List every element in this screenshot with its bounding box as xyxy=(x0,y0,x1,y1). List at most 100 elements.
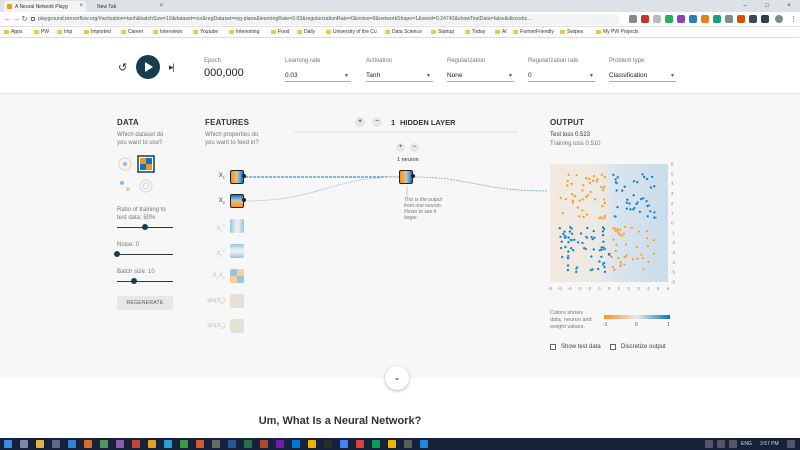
extension-icon[interactable] xyxy=(677,15,685,23)
notifications-icon[interactable] xyxy=(787,440,795,448)
menu-icon[interactable]: ⋮ xyxy=(789,15,798,24)
add-layer-button[interactable]: + xyxy=(355,117,365,127)
taskbar-app-icon[interactable] xyxy=(36,440,44,448)
taskbar-app-icon[interactable] xyxy=(132,440,140,448)
bookmark-imp[interactable]: Imp xyxy=(57,28,72,37)
regularization-rate-select[interactable]: 0 xyxy=(528,72,532,79)
taskbar-app-icon[interactable] xyxy=(324,440,332,448)
taskbar-app-icon[interactable] xyxy=(116,440,124,448)
tab-new-tab[interactable]: New Tab × xyxy=(86,1,166,12)
taskbar-app-icon[interactable] xyxy=(308,440,316,448)
bookmark-food[interactable]: Food xyxy=(271,28,289,37)
windows-start-icon[interactable] xyxy=(4,440,12,448)
maximize-icon[interactable]: □ xyxy=(756,0,778,12)
regenerate-button[interactable]: REGENERATE xyxy=(117,296,173,310)
dataset-spiral[interactable] xyxy=(139,179,153,193)
taskbar-app-icon[interactable] xyxy=(164,440,172,448)
close-tab-icon[interactable]: × xyxy=(79,3,83,9)
star-icon[interactable] xyxy=(653,15,661,23)
noise-slider-thumb[interactable] xyxy=(114,251,120,257)
taskbar-app-icon[interactable] xyxy=(388,440,396,448)
extension-icon[interactable] xyxy=(737,15,745,23)
bookmark-today[interactable]: Today xyxy=(465,28,485,37)
add-neuron-button[interactable]: + xyxy=(396,143,405,152)
output-plot[interactable]: -6 -5 -4 -3 -2 -1 0 1 2 3 4 5 6 6 5 4 3 2 1 0 -1 -2 -3 -4 -5 -6 xyxy=(546,160,676,295)
extension-icon[interactable] xyxy=(761,15,769,23)
tab-neural-network-playground[interactable]: A Neural Network Playg × xyxy=(4,1,86,12)
extension-icon[interactable] xyxy=(701,15,709,23)
taskbar-app-icon[interactable] xyxy=(100,440,108,448)
feature-x1-squared[interactable] xyxy=(230,219,244,233)
bookmark-ai[interactable]: AI xyxy=(495,28,507,37)
taskbar-app-icon[interactable] xyxy=(180,440,188,448)
taskbar-app-icon[interactable] xyxy=(356,440,364,448)
taskbar-app-icon[interactable] xyxy=(228,440,236,448)
clock[interactable]: 3:57 PM xyxy=(760,438,779,450)
taskbar-app-icon[interactable] xyxy=(52,440,60,448)
cast-icon[interactable] xyxy=(629,15,637,23)
bookmark-university[interactable]: University of the Cu xyxy=(326,28,377,37)
step-icon[interactable]: ▸| xyxy=(169,62,175,73)
taskbar-app-icon[interactable] xyxy=(148,440,156,448)
taskbar-app-icon[interactable] xyxy=(196,440,204,448)
bookmark-youtube[interactable]: Youtube xyxy=(193,28,218,37)
bookmark-interviews[interactable]: Interviews xyxy=(153,28,183,37)
bookmark-my-pw-projects[interactable]: My PW Projects xyxy=(596,28,639,37)
taskbar-app-icon[interactable] xyxy=(244,440,252,448)
language-indicator[interactable]: ENG xyxy=(741,438,752,450)
extension-icon[interactable] xyxy=(713,15,721,23)
problem-type-select[interactable]: Classification xyxy=(609,72,647,79)
reset-icon[interactable]: ↺ xyxy=(118,61,127,74)
system-tray-icon[interactable] xyxy=(705,440,713,448)
taskbar-app-icon[interactable] xyxy=(372,440,380,448)
bookmark-career[interactable]: Career xyxy=(121,28,143,37)
bookmark-imported[interactable]: Imported xyxy=(84,28,111,37)
feature-x1x2[interactable] xyxy=(230,269,244,283)
bookmark-data-science[interactable]: Data Science xyxy=(385,28,422,37)
wifi-icon[interactable] xyxy=(717,440,725,448)
volume-icon[interactable] xyxy=(729,440,737,448)
remove-layer-button[interactable]: − xyxy=(372,117,382,127)
feature-x2-squared[interactable] xyxy=(230,244,244,258)
bookmark-farmerfriendly[interactable]: FarmerFriendly xyxy=(513,28,554,37)
batch-slider-thumb[interactable] xyxy=(130,278,137,284)
bookmark-apps[interactable]: Apps xyxy=(4,28,22,37)
noise-slider-track[interactable] xyxy=(117,254,173,255)
taskbar-app-icon[interactable] xyxy=(340,440,348,448)
taskbar-app-icon[interactable] xyxy=(212,440,220,448)
close-window-icon[interactable]: × xyxy=(778,0,800,12)
minimize-icon[interactable]: – xyxy=(734,0,756,12)
dataset-xor[interactable] xyxy=(137,155,155,173)
back-icon[interactable]: ← xyxy=(3,15,12,24)
url-bar[interactable]: playground.tensorflow.org/#activation=ta… xyxy=(28,14,620,25)
extension-icon[interactable] xyxy=(641,15,649,23)
activation-select[interactable]: Tanh xyxy=(366,72,380,79)
learning-rate-select[interactable]: 0.03 xyxy=(285,72,298,79)
extension-icon[interactable] xyxy=(725,15,733,23)
taskbar-app-icon[interactable] xyxy=(84,440,92,448)
taskbar-app-icon[interactable] xyxy=(420,440,428,448)
feature-sin-x1[interactable] xyxy=(230,294,244,308)
taskbar-app-icon[interactable] xyxy=(68,440,76,448)
taskbar-app-icon[interactable] xyxy=(20,440,28,448)
scroll-down-button[interactable]: ⌄ xyxy=(385,366,409,390)
taskbar-app-icon[interactable] xyxy=(260,440,268,448)
bookmark-interesting[interactable]: Interesting xyxy=(229,28,259,37)
dataset-gaussian[interactable] xyxy=(120,181,130,191)
extension-icon[interactable] xyxy=(749,15,757,23)
taskbar-app-icon[interactable] xyxy=(292,440,300,448)
profile-avatar[interactable] xyxy=(775,15,783,23)
discretize-output-checkbox[interactable] xyxy=(610,344,616,350)
taskbar-app-icon[interactable] xyxy=(276,440,284,448)
bookmark-pw[interactable]: PW xyxy=(34,28,49,37)
remove-neuron-button[interactable]: − xyxy=(410,143,419,152)
bookmark-startup[interactable]: Startup xyxy=(431,28,454,37)
close-tab-icon[interactable]: × xyxy=(159,3,163,9)
feature-sin-x2[interactable] xyxy=(230,319,244,333)
batch-slider-track[interactable] xyxy=(117,281,173,282)
extension-icon[interactable] xyxy=(665,15,673,23)
dataset-circle[interactable] xyxy=(118,157,132,171)
show-test-data-checkbox[interactable] xyxy=(550,344,556,350)
bookmark-daily[interactable]: Daily xyxy=(297,28,315,37)
play-button[interactable] xyxy=(136,55,160,79)
